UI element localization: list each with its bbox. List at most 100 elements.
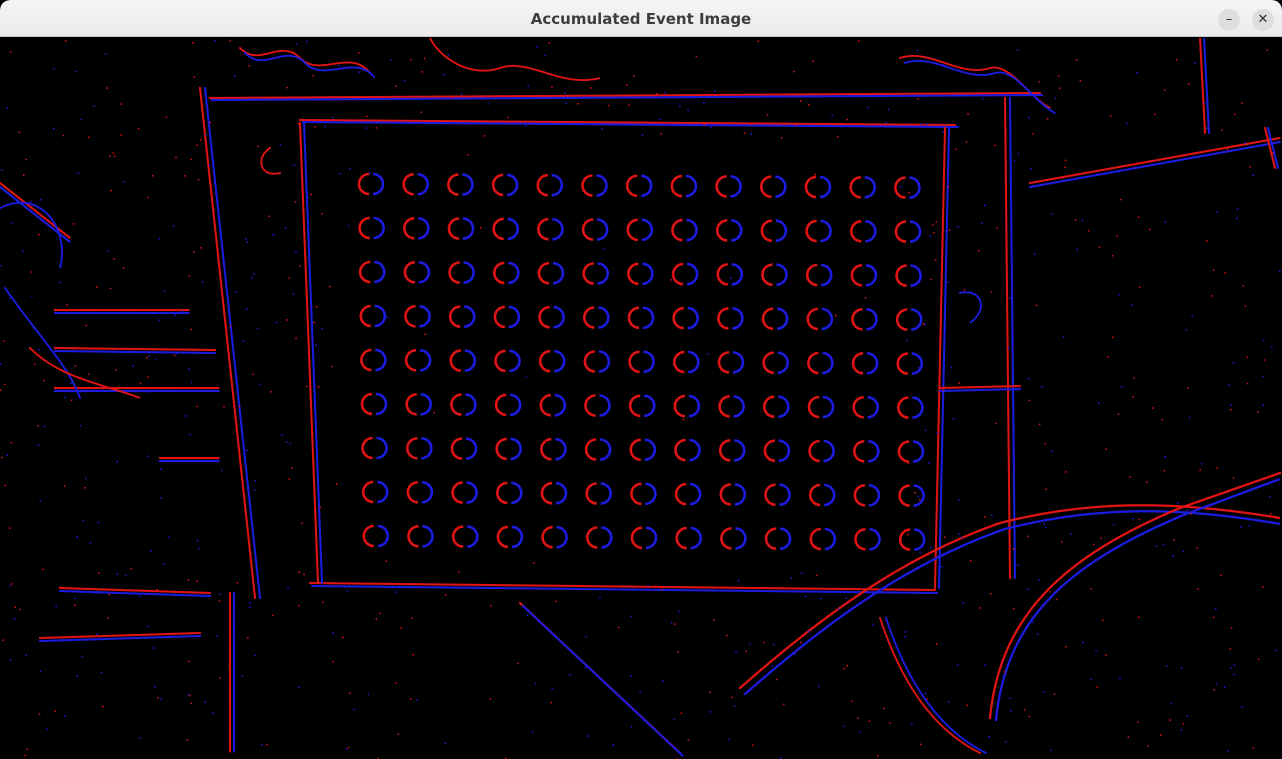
event-pixel bbox=[223, 405, 225, 408]
event-pixel bbox=[444, 594, 447, 596]
event-pixel bbox=[160, 698, 162, 700]
event-pixel bbox=[876, 755, 879, 757]
event-pixel bbox=[288, 277, 291, 279]
calibration-dot bbox=[808, 483, 836, 507]
event-pixel bbox=[795, 124, 797, 126]
event-pixel bbox=[617, 626, 620, 629]
event-pixel bbox=[1233, 664, 1236, 666]
event-pixel bbox=[751, 123, 753, 126]
event-pixel bbox=[23, 174, 25, 176]
event-pixel bbox=[551, 687, 553, 690]
calibration-dot bbox=[451, 481, 478, 504]
event-pixel bbox=[1244, 305, 1247, 307]
event-pixel bbox=[1007, 347, 1010, 349]
calibration-dot bbox=[764, 527, 792, 550]
calibration-dot bbox=[670, 174, 698, 198]
event-pixel bbox=[1173, 539, 1175, 541]
calibration-dot bbox=[629, 438, 657, 462]
calibration-dot bbox=[540, 437, 567, 461]
event-pixel bbox=[395, 682, 397, 684]
event-pixel bbox=[1045, 488, 1047, 491]
event-pixel bbox=[1028, 377, 1030, 380]
event-edge bbox=[743, 510, 1282, 696]
event-pixel bbox=[660, 588, 663, 590]
event-pixel bbox=[251, 277, 253, 279]
event-pixel bbox=[245, 238, 247, 240]
event-pixel bbox=[38, 348, 40, 351]
event-pixel bbox=[1164, 89, 1166, 91]
event-pixel bbox=[1232, 362, 1235, 364]
event-pixel bbox=[0, 362, 2, 365]
event-pixel bbox=[173, 354, 176, 357]
event-pixel bbox=[163, 290, 166, 292]
event-pixel bbox=[1226, 148, 1229, 151]
calibration-dot bbox=[403, 217, 430, 240]
event-pixel bbox=[106, 250, 109, 252]
event-pixel bbox=[254, 489, 256, 491]
event-pixel bbox=[1109, 115, 1112, 117]
event-pixel bbox=[122, 181, 125, 183]
event-pixel bbox=[1112, 523, 1115, 526]
event-pixel bbox=[76, 536, 78, 538]
event-pixel bbox=[1132, 396, 1134, 398]
event-pixel bbox=[1120, 198, 1122, 201]
event-pixel bbox=[919, 498, 921, 501]
event-pixel bbox=[158, 237, 160, 240]
event-pixel bbox=[1064, 159, 1067, 162]
calibration-dot bbox=[538, 305, 565, 329]
event-pixel bbox=[1186, 509, 1189, 511]
calibration-dot bbox=[625, 174, 653, 198]
event-pixel bbox=[443, 73, 445, 76]
event-pixel bbox=[53, 68, 55, 70]
event-pixel bbox=[948, 229, 951, 231]
event-pixel bbox=[258, 383, 261, 385]
event-pixel bbox=[1051, 213, 1053, 215]
event-pixel bbox=[196, 580, 198, 582]
close-button[interactable]: ✕ bbox=[1252, 9, 1274, 31]
calibration-dot bbox=[450, 393, 477, 416]
minimize-button[interactable]: – bbox=[1218, 9, 1240, 31]
event-pixel bbox=[458, 571, 460, 573]
event-pixel bbox=[322, 601, 324, 603]
event-pixel bbox=[536, 46, 539, 48]
event-pixel bbox=[411, 617, 413, 619]
event-pixel bbox=[1017, 564, 1019, 566]
event-pixel bbox=[298, 686, 300, 688]
event-pixel bbox=[1079, 80, 1082, 82]
event-pixel bbox=[31, 295, 33, 297]
event-pixel bbox=[1132, 518, 1134, 520]
event-pixel bbox=[1017, 152, 1020, 155]
event-pixel bbox=[160, 497, 162, 499]
event-pixel bbox=[1227, 750, 1229, 752]
event-pixel bbox=[1127, 736, 1130, 738]
event-pixel bbox=[585, 635, 587, 638]
calibration-dot bbox=[361, 436, 388, 460]
event-pixel bbox=[303, 573, 305, 576]
event-edge bbox=[53, 349, 217, 355]
event-pixel bbox=[1155, 545, 1158, 547]
event-pixel bbox=[1182, 722, 1185, 725]
calibration-dot bbox=[850, 264, 878, 287]
event-pixel bbox=[114, 155, 116, 157]
event-pixel bbox=[916, 49, 919, 52]
event-pixel bbox=[252, 373, 254, 375]
calibration-dot bbox=[448, 305, 476, 328]
event-pixel bbox=[270, 391, 272, 393]
title-bar[interactable]: Accumulated Event Image – ✕ bbox=[0, 0, 1282, 37]
event-pixel bbox=[1121, 386, 1123, 388]
calibration-dot bbox=[495, 437, 522, 461]
event-pixel bbox=[906, 534, 909, 536]
event-pixel bbox=[628, 104, 630, 106]
event-pixel bbox=[52, 128, 55, 130]
event-pixel bbox=[794, 653, 797, 655]
event-pixel bbox=[1062, 336, 1065, 338]
calibration-dot bbox=[582, 262, 609, 285]
calibration-dot bbox=[451, 525, 479, 548]
event-pixel bbox=[119, 352, 121, 354]
event-pixel bbox=[1137, 216, 1140, 218]
event-pixel bbox=[70, 382, 72, 384]
calibration-dot bbox=[359, 304, 387, 328]
calibration-dot bbox=[850, 220, 877, 243]
calibration-dot bbox=[449, 349, 477, 372]
event-pixel bbox=[1032, 621, 1034, 624]
